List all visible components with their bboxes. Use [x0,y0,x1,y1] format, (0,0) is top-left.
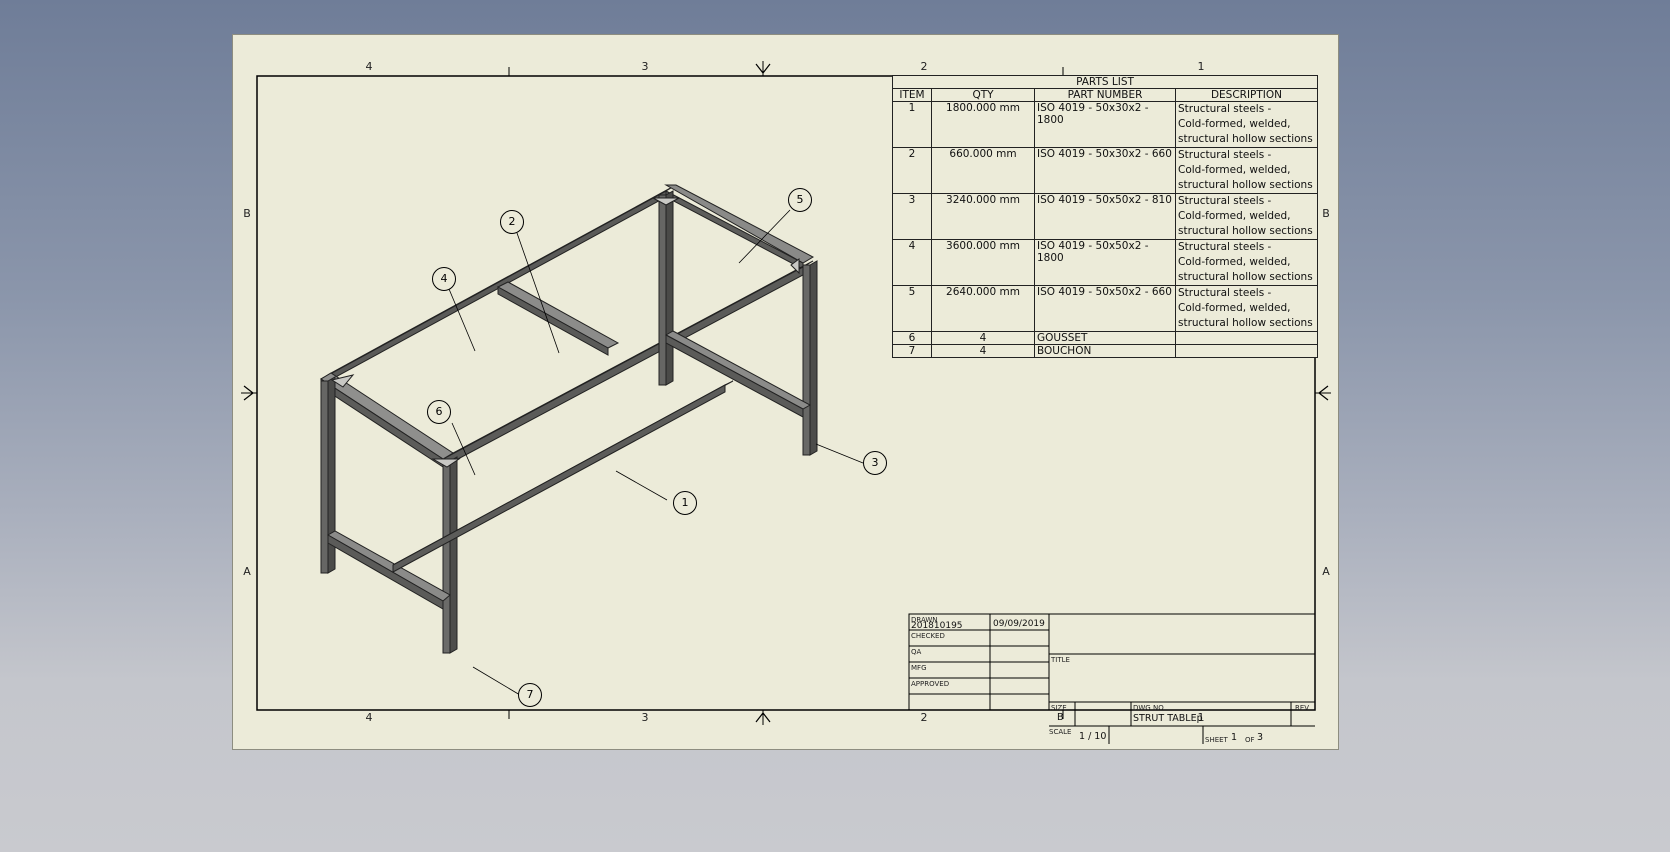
balloon-item-2[interactable]: 2 [500,210,524,234]
description-cell: Structural steels - Cold-formed, welded, s… [1175,239,1318,286]
description-cell [1175,331,1318,345]
zone-col-label: 1 [1197,60,1205,73]
drawing-sheet[interactable]: 4 3 2 1 4 3 2 1 B A B A 1 2 3 4 5 6 7 PA… [232,34,1339,750]
title-label: TITLE [1051,656,1070,664]
qty-cell: 3240.000 mm [931,193,1035,240]
of-value[interactable]: 3 [1257,732,1263,743]
parts-list-table[interactable]: PARTS LIST ITEM QTY PART NUMBER DESCRIPT… [892,75,1318,358]
column-header-part-number: PART NUMBER [1034,88,1176,102]
zone-row-label: A [1322,565,1330,578]
item-cell: 2 [892,147,932,194]
part-number-cell: ISO 4019 - 50x30x2 - 1800 [1034,101,1176,148]
parts-list-title: PARTS LIST [892,75,1318,89]
part-number-cell: ISO 4019 - 50x50x2 - 810 [1034,193,1176,240]
zone-row-label: B [243,207,251,220]
qa-label: QA [911,648,922,656]
qty-cell: 4 [931,331,1035,345]
item-cell: 5 [892,285,932,332]
part-number-cell: ISO 4019 - 50x50x2 - 1800 [1034,239,1176,286]
of-label: OF [1245,736,1255,744]
zone-row-label: A [243,565,251,578]
description-cell: Structural steels - Cold-formed, welded, s… [1175,101,1318,148]
description-cell: Structural steels - Cold-formed, welded, s… [1175,285,1318,332]
dwg-no-value[interactable]: STRUT TABLEp [1133,713,1203,724]
table-row[interactable]: 7 4 BOUCHON [892,344,1318,358]
drawn-date-value[interactable]: 09/09/2019 [993,619,1045,629]
qty-cell: 2640.000 mm [931,285,1035,332]
item-cell: 3 [892,193,932,240]
zone-col-label: 2 [920,60,928,73]
zone-col-label: 4 [365,60,373,73]
table-row[interactable]: 3 3240.000 mm ISO 4019 - 50x50x2 - 810 S… [892,193,1318,240]
scale-label: SCALE [1049,728,1072,736]
sheet-label: SHEET [1205,736,1228,744]
balloon-item-1[interactable]: 1 [673,491,697,515]
zone-col-label: 4 [365,711,373,724]
column-header-item: ITEM [892,88,932,102]
table-row[interactable]: 4 3600.000 mm ISO 4019 - 50x50x2 - 1800 … [892,239,1318,286]
qty-cell: 3600.000 mm [931,239,1035,286]
drawn-by-value[interactable]: 201810195 [911,621,963,631]
description-cell: Structural steels - Cold-formed, welded, s… [1175,193,1318,240]
leader-lines [448,209,864,696]
checked-label: CHECKED [911,632,945,640]
rev-label: REV [1295,704,1310,712]
zone-col-label: 3 [641,711,649,724]
isometric-table-view [320,184,818,654]
scale-value[interactable]: 1 / 10 [1079,731,1106,742]
sheet-value[interactable]: 1 [1231,732,1237,743]
description-cell [1175,344,1318,358]
balloon-item-5[interactable]: 5 [788,188,812,212]
size-label: SIZE [1051,704,1067,712]
dwg-no-label: DWG NO [1133,704,1164,712]
part-number-cell: ISO 4019 - 50x50x2 - 660 [1034,285,1176,332]
part-number-cell: ISO 4019 - 50x30x2 - 660 [1034,147,1176,194]
balloon-item-7[interactable]: 7 [518,683,542,707]
table-row[interactable]: 6 4 GOUSSET [892,331,1318,345]
balloon-item-4[interactable]: 4 [432,267,456,291]
balloon-item-6[interactable]: 6 [427,400,451,424]
table-row[interactable]: 2 660.000 mm ISO 4019 - 50x30x2 - 660 St… [892,147,1318,194]
size-value[interactable]: B [1057,712,1064,723]
title-block-lines [908,613,1316,744]
approved-label: APPROVED [911,680,950,688]
qty-cell: 1800.000 mm [931,101,1035,148]
part-number-cell: BOUCHON [1034,344,1176,358]
table-row[interactable]: 5 2640.000 mm ISO 4019 - 50x50x2 - 660 S… [892,285,1318,332]
table-row[interactable]: 1 1800.000 mm ISO 4019 - 50x30x2 - 1800 … [892,101,1318,148]
item-cell: 7 [892,344,932,358]
zone-row-label: B [1322,207,1330,220]
item-cell: 6 [892,331,932,345]
column-header-qty: QTY [931,88,1035,102]
mfg-label: MFG [911,664,927,672]
qty-cell: 4 [931,344,1035,358]
zone-col-label: 3 [641,60,649,73]
part-number-cell: GOUSSET [1034,331,1176,345]
qty-cell: 660.000 mm [931,147,1035,194]
description-cell: Structural steels - Cold-formed, welded, s… [1175,147,1318,194]
column-header-description: DESCRIPTION [1175,88,1318,102]
item-cell: 1 [892,101,932,148]
balloon-item-3[interactable]: 3 [863,451,887,475]
zone-col-label: 2 [920,711,928,724]
item-cell: 4 [892,239,932,286]
